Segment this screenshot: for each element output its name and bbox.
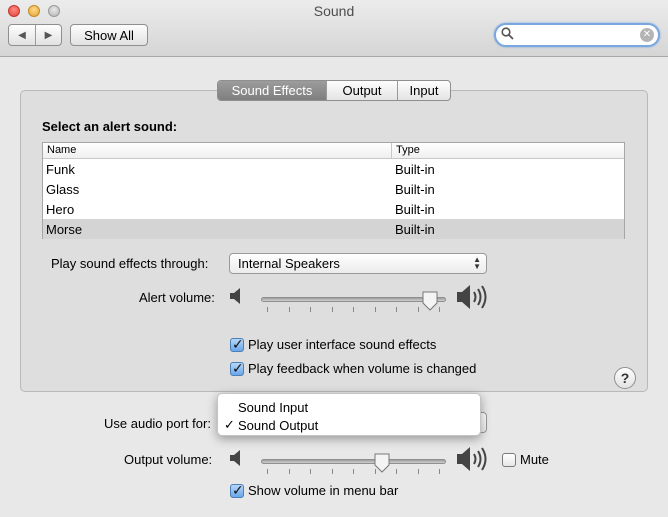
tab-bar: Sound Effects Output Input [217, 80, 451, 101]
alert-sound-heading: Select an alert sound: [42, 119, 178, 134]
slider-ticks [267, 469, 440, 475]
menu-bar-volume-label: Show volume in menu bar [248, 483, 399, 498]
sound-type: Built-in [395, 181, 435, 197]
checkbox-box[interactable] [230, 360, 244, 377]
speaker-high-icon [457, 285, 487, 309]
window-title: Sound [313, 3, 355, 19]
sound-type: Built-in [395, 161, 435, 177]
feedback-label: Play feedback when volume is changed [248, 361, 477, 376]
title-bar: Sound ◀ ▶ Show All ✕ [0, 0, 668, 57]
sound-type: Built-in [395, 221, 435, 237]
table-row[interactable]: Hero Built-in [43, 199, 624, 219]
help-button[interactable]: ? [614, 367, 636, 389]
checkmark-icon: ✓ [224, 417, 235, 432]
table-header: Name Type [43, 143, 624, 159]
slider-track [261, 297, 446, 302]
alert-volume-label: Alert volume: [139, 290, 215, 305]
sound-type: Built-in [395, 201, 435, 217]
clear-icon[interactable]: ✕ [640, 28, 654, 42]
back-arrow-icon: ◀ [18, 29, 26, 41]
speaker-high-icon [457, 447, 487, 471]
sound-name: Glass [46, 181, 80, 197]
ui-sounds-checkbox[interactable]: Play user interface sound effects [230, 336, 437, 353]
column-header-name[interactable]: Name [43, 143, 391, 158]
feedback-checkbox[interactable]: Play feedback when volume is changed [230, 360, 477, 377]
speaker-low-icon [230, 288, 240, 304]
back-button[interactable]: ◀ [9, 25, 35, 45]
table-row[interactable]: Glass Built-in [43, 179, 624, 199]
tab-input[interactable]: Input [397, 81, 450, 100]
sound-name: Funk [46, 161, 75, 177]
tab-sound-effects[interactable]: Sound Effects [218, 81, 326, 100]
table-row[interactable]: Funk Built-in [43, 159, 624, 179]
forward-arrow-icon: ▶ [44, 29, 53, 41]
menu-item-label: Sound Output [238, 417, 319, 433]
slider-ticks [267, 307, 440, 313]
speaker-low-icon [230, 450, 240, 466]
alert-volume-slider[interactable] [261, 291, 446, 315]
menu-bar-volume-checkbox[interactable]: Show volume in menu bar [230, 482, 399, 499]
play-through-label: Play sound effects through: [51, 256, 209, 271]
search-input[interactable] [518, 27, 636, 43]
alert-sound-table: Name Type Funk Built-in Glass Built-in H… [42, 142, 625, 239]
table-row-selected[interactable]: Morse Built-in [43, 219, 624, 239]
output-volume-slider[interactable] [261, 453, 446, 477]
sound-name: Morse [46, 221, 83, 237]
menu-item-sound-output[interactable]: ✓ Sound Output [218, 416, 480, 434]
audio-port-menu: Sound Input ✓ Sound Output [217, 393, 481, 436]
slider-knob[interactable] [373, 453, 391, 473]
menu-item-sound-input[interactable]: Sound Input [218, 398, 480, 416]
search-field[interactable]: ✕ [494, 23, 660, 47]
play-through-popup[interactable]: Internal Speakers ▲ ▼ [229, 253, 487, 274]
show-all-button[interactable]: Show All [70, 24, 148, 46]
menu-item-label: Sound Input [238, 399, 309, 415]
sound-name: Hero [46, 201, 75, 217]
ui-sounds-label: Play user interface sound effects [248, 337, 437, 352]
output-volume-label: Output volume: [124, 452, 213, 467]
mute-label: Mute [520, 452, 549, 467]
audio-port-label: Use audio port for: [104, 416, 211, 431]
search-icon [501, 27, 514, 43]
mute-checkbox[interactable]: Mute [502, 452, 549, 467]
play-through-value: Internal Speakers [238, 256, 340, 271]
back-forward-control: ◀ ▶ [8, 24, 62, 46]
checkbox-box[interactable] [230, 336, 244, 353]
popup-arrows-icon: ▲ ▼ [473, 255, 481, 271]
checkbox-box[interactable] [230, 482, 244, 499]
tab-output[interactable]: Output [326, 81, 397, 100]
slider-track [261, 459, 446, 464]
column-header-type[interactable]: Type [391, 143, 624, 158]
slider-knob[interactable] [421, 291, 439, 311]
forward-button[interactable]: ▶ [34, 25, 61, 45]
checkbox-box[interactable] [502, 452, 516, 467]
